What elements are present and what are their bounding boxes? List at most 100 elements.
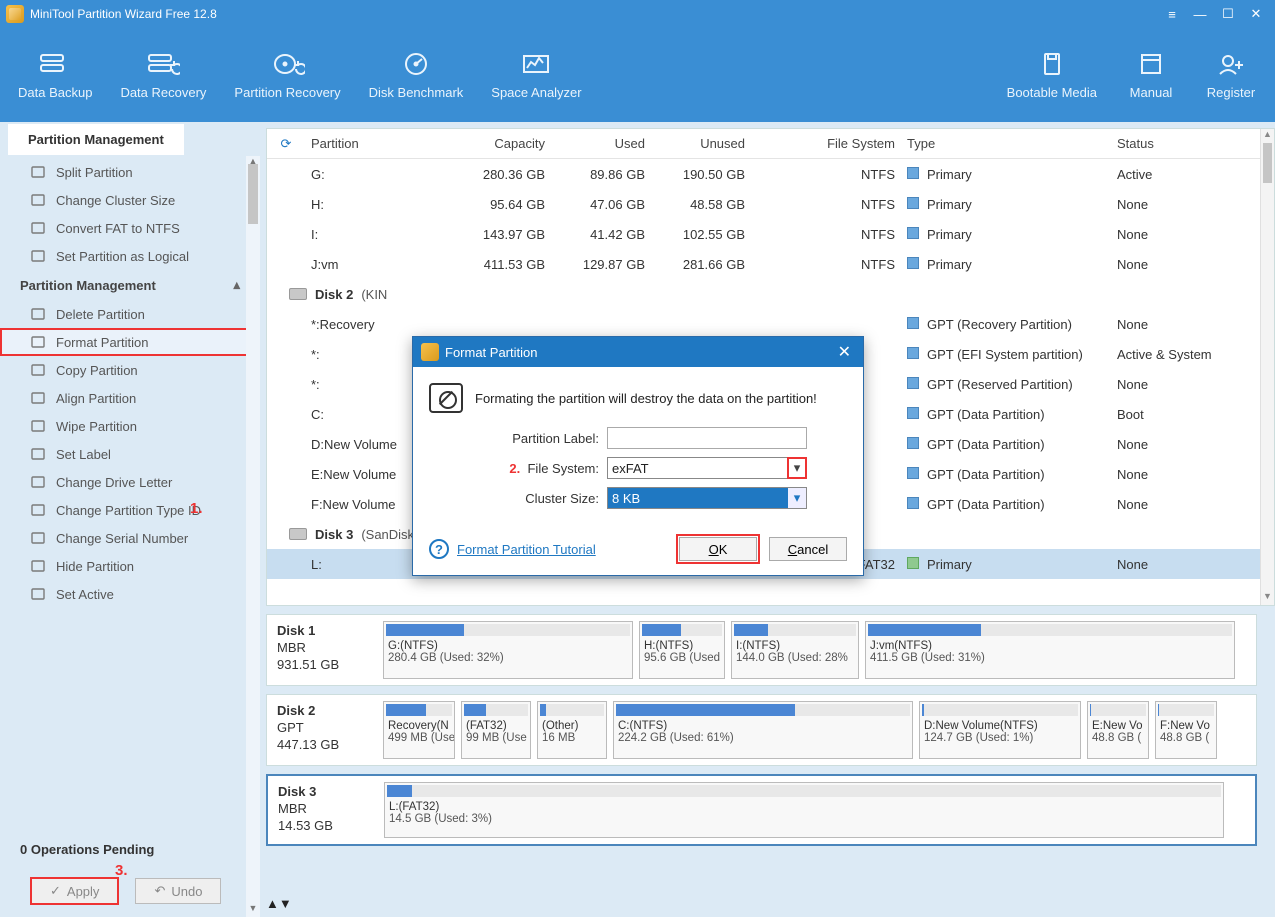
minimize-icon[interactable]: — (1193, 7, 1207, 21)
typeid-icon (30, 502, 46, 518)
menu-icon[interactable]: ≡ (1165, 7, 1179, 21)
toolbar-data-recovery[interactable]: Data Recovery (106, 43, 220, 108)
col-filesystem[interactable]: File System (751, 136, 901, 151)
sidebar-item-cluster[interactable]: Change Cluster Size (0, 186, 260, 214)
table-row[interactable]: J:vm411.53 GB129.87 GB281.66 GBNTFSPrima… (267, 249, 1274, 279)
maps-scrollbar[interactable]: ▲▼ (266, 896, 1275, 911)
partition-cell[interactable]: F:New Vo48.8 GB ( (1155, 701, 1217, 759)
sidebar-item-label[interactable]: Set Label (0, 440, 260, 468)
dropdown-icon[interactable]: ▾ (788, 488, 806, 508)
partition-cell[interactable]: (Other)16 MB (537, 701, 607, 759)
toolbar-label: Disk Benchmark (369, 85, 464, 100)
dialog-close-icon[interactable]: ✕ (834, 342, 855, 362)
table-row[interactable]: G:280.36 GB89.86 GB190.50 GBNTFSPrimaryA… (267, 159, 1274, 189)
sidebar-item-wipe[interactable]: Wipe Partition (0, 412, 260, 440)
undo-button[interactable]: ↶ Undo (135, 878, 221, 904)
list-scrollbar[interactable]: ▲▼ (1260, 129, 1274, 605)
sidebar-item-convert[interactable]: Convert FAT to NTFS (0, 214, 260, 242)
delete-icon (30, 306, 46, 322)
toolbar-right: Bootable Media Manual Register (993, 43, 1271, 108)
sidebar-item-format[interactable]: Format Partition (0, 328, 260, 356)
toolbar-data-backup[interactable]: Data Backup (4, 43, 106, 108)
toolbar-bootable-media[interactable]: Bootable Media (993, 43, 1111, 108)
toolbar-label: Data Recovery (120, 85, 206, 100)
disk-header[interactable]: Disk 2 (KIN (267, 279, 1274, 309)
table-row[interactable]: I:143.97 GB41.42 GB102.55 GBNTFSPrimaryN… (267, 219, 1274, 249)
partition-cell[interactable]: Recovery(N499 MB (Use (383, 701, 455, 759)
col-capacity[interactable]: Capacity (441, 136, 551, 151)
filesystem-label: 2. File System: (429, 461, 607, 476)
table-row[interactable]: *:RecoveryGPT (Recovery Partition)None (267, 309, 1274, 339)
col-type[interactable]: Type (901, 136, 1111, 151)
sidebar-tab[interactable]: Partition Management (8, 124, 184, 155)
serial-icon (30, 530, 46, 546)
disk-info-block: Disk 2GPT447.13 GB (267, 695, 377, 765)
sidebar-item-align[interactable]: Align Partition (0, 384, 260, 412)
disk-map-row[interactable]: Disk 3MBR14.53 GBL:(FAT32)14.5 GB (Used:… (266, 774, 1257, 846)
sidebar-item-logical[interactable]: Set Partition as Logical (0, 242, 260, 270)
partition-cell[interactable]: J:vm(NTFS)411.5 GB (Used: 31%) (865, 621, 1235, 679)
chevron-up-icon: ▴ (233, 277, 240, 293)
disk-map-row[interactable]: Disk 1MBR931.51 GBG:(NTFS)280.4 GB (Used… (266, 614, 1257, 686)
sidebar-item-label: Copy Partition (56, 363, 138, 378)
toolbar-disk-benchmark[interactable]: Disk Benchmark (355, 43, 478, 108)
dropdown-icon[interactable]: ▾ (788, 458, 806, 478)
manual-icon (1134, 51, 1168, 77)
partition-cell[interactable]: E:New Vo48.8 GB ( (1087, 701, 1149, 759)
filesystem-select[interactable]: exFAT▾ (607, 457, 807, 479)
partition-cell[interactable]: H:(NTFS)95.6 GB (Used (639, 621, 725, 679)
col-status[interactable]: Status (1111, 136, 1274, 151)
space-analyzer-icon (519, 51, 553, 77)
toolbar-partition-recovery[interactable]: Partition Recovery (220, 43, 354, 108)
toolbar-label: Manual (1130, 85, 1173, 100)
warning-text: Formating the partition will destroy the… (475, 391, 817, 406)
tutorial-link[interactable]: Format Partition Tutorial (457, 542, 596, 557)
toolbar-manual[interactable]: Manual (1111, 43, 1191, 108)
copy-icon (30, 362, 46, 378)
sidebar-item-active[interactable]: Set Active (0, 580, 260, 608)
apply-button[interactable]: ✓ Apply (30, 877, 119, 905)
sidebar-item-label: Change Drive Letter (56, 475, 172, 490)
sidebar-item-label: Align Partition (56, 391, 136, 406)
partition-cell[interactable]: G:(NTFS)280.4 GB (Used: 32%) (383, 621, 633, 679)
cluster-size-label: Cluster Size: (429, 491, 607, 506)
sidebar-header[interactable]: Partition Management▴ (0, 270, 260, 300)
color-swatch (907, 197, 919, 209)
col-used[interactable]: Used (551, 136, 651, 151)
logical-icon (30, 248, 46, 264)
sidebar-item-typeid[interactable]: Change Partition Type ID (0, 496, 260, 524)
cluster-size-select[interactable]: 8 KB▾ (607, 487, 807, 509)
col-partition[interactable]: Partition (305, 136, 441, 151)
sidebar-item-split[interactable]: Split Partition (0, 158, 260, 186)
partition-cell[interactable]: (FAT32)99 MB (Use (461, 701, 531, 759)
disk-benchmark-icon (399, 51, 433, 77)
toolbar-label: Space Analyzer (491, 85, 581, 100)
partition-cell[interactable]: I:(NTFS)144.0 GB (Used: 28% (731, 621, 859, 679)
refresh-icon[interactable]: ⟳ (267, 136, 305, 152)
col-unused[interactable]: Unused (651, 136, 751, 151)
maximize-icon[interactable]: ☐ (1221, 7, 1235, 21)
close-icon[interactable]: ✕ (1249, 7, 1263, 21)
partition-cell[interactable]: D:New Volume(NTFS)124.7 GB (Used: 1%) (919, 701, 1081, 759)
toolbar-space-analyzer[interactable]: Space Analyzer (477, 43, 595, 108)
sidebar-item-hide[interactable]: Hide Partition (0, 552, 260, 580)
toolbar-register[interactable]: Register (1191, 43, 1271, 108)
wipe-icon (30, 418, 46, 434)
color-swatch (907, 437, 919, 449)
help-icon[interactable]: ? (429, 539, 449, 559)
format-partition-dialog: Format Partition ✕ Formating the partiti… (412, 336, 864, 576)
disk-map-row[interactable]: Disk 2GPT447.13 GBRecovery(N499 MB (Use(… (266, 694, 1257, 766)
sidebar-scrollbar[interactable]: ▲▼ (246, 156, 260, 917)
partition-label-input[interactable] (607, 427, 807, 449)
sidebar-item-letter[interactable]: Change Drive Letter (0, 468, 260, 496)
sidebar-item-copy[interactable]: Copy Partition (0, 356, 260, 384)
cancel-button[interactable]: Cancel (769, 537, 847, 561)
sidebar-item-delete[interactable]: Delete Partition (0, 300, 260, 328)
data-recovery-icon (146, 51, 180, 77)
sidebar-item-serial[interactable]: Change Serial Number (0, 524, 260, 552)
partition-cell[interactable]: L:(FAT32)14.5 GB (Used: 3%) (384, 782, 1224, 838)
ok-button[interactable]: OK (679, 537, 757, 561)
convert-icon (30, 220, 46, 236)
table-row[interactable]: H:95.64 GB47.06 GB48.58 GBNTFSPrimaryNon… (267, 189, 1274, 219)
partition-cell[interactable]: C:(NTFS)224.2 GB (Used: 61%) (613, 701, 913, 759)
